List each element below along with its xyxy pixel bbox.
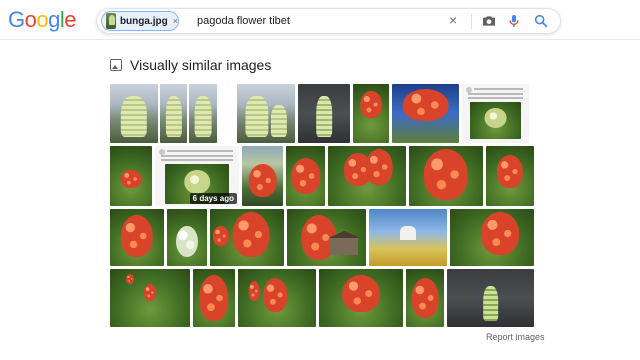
header: Google bunga.jpg × pagoda flower tibet × (0, 0, 640, 40)
flower-shape (411, 277, 439, 319)
image-result[interactable] (160, 84, 187, 143)
flower-shape (120, 170, 142, 188)
plant-shape (194, 95, 212, 138)
image-result[interactable] (409, 146, 483, 206)
image-result[interactable] (167, 209, 207, 266)
plant-shape (120, 95, 148, 138)
plant-shape (316, 95, 332, 138)
plant-shape (165, 95, 182, 138)
image-result[interactable] (193, 269, 235, 327)
image-result[interactable] (462, 84, 529, 143)
stupa-shape (400, 226, 416, 241)
image-result[interactable] (328, 146, 406, 206)
flower-shape (212, 226, 230, 247)
image-result[interactable] (298, 84, 350, 143)
search-input[interactable]: pagoda flower tibet (197, 15, 290, 27)
divider (471, 14, 472, 29)
clear-search-icon[interactable]: × (449, 12, 457, 28)
image-result[interactable] (450, 209, 534, 266)
plant-shape (245, 95, 269, 138)
flower-shape (360, 91, 382, 118)
image-result[interactable] (353, 84, 389, 143)
plant-shape (482, 286, 499, 322)
image-result[interactable] (447, 269, 534, 327)
flower-shape (290, 158, 321, 194)
image-result[interactable] (110, 146, 152, 206)
camera-icon[interactable] (481, 13, 497, 29)
flower-shape (144, 283, 156, 301)
image-result[interactable] (238, 269, 316, 327)
flower-shape (402, 88, 449, 122)
post-text-line (474, 88, 523, 90)
flower-shape (423, 149, 469, 200)
image-result[interactable] (406, 269, 444, 327)
search-box[interactable]: bunga.jpg × pagoda flower tibet × (96, 8, 561, 34)
google-logo[interactable]: Google (8, 7, 77, 32)
report-images-link[interactable]: Report images (486, 332, 545, 342)
image-result[interactable] (286, 146, 325, 206)
image-result[interactable] (392, 84, 459, 143)
microphone-icon[interactable] (506, 13, 522, 29)
flower-shape (342, 274, 380, 313)
image-result[interactable] (110, 84, 158, 143)
section-heading: Visually similar images (110, 57, 271, 73)
query-image-thumbnail (106, 13, 116, 29)
search-icon[interactable] (533, 13, 549, 29)
image-result[interactable] (110, 209, 164, 266)
logo-letter: o (36, 7, 49, 32)
image-result[interactable] (242, 146, 283, 206)
post-text-line (468, 93, 523, 95)
image-result[interactable]: 6 days ago (155, 146, 239, 206)
time-badge: 6 days ago (189, 193, 237, 204)
image-query-chip[interactable]: bunga.jpg × (101, 11, 179, 31)
flower-shape (481, 211, 520, 255)
post-text-line (161, 159, 233, 161)
image-result[interactable] (369, 209, 447, 266)
flower-shape (484, 107, 507, 128)
image-result[interactable] (287, 209, 366, 266)
flower-shape (199, 274, 229, 322)
flower-shape (248, 164, 277, 197)
image-result[interactable] (486, 146, 534, 206)
flower-shape (496, 155, 524, 188)
house-shape (330, 237, 359, 255)
post-text-line (167, 150, 233, 152)
flower-shape (184, 170, 210, 194)
chip-filename: bunga.jpg (119, 15, 168, 27)
chip-close-icon[interactable]: × (173, 16, 178, 26)
post-text-line (468, 97, 523, 99)
flower-shape (126, 273, 134, 285)
image-result[interactable] (189, 84, 217, 143)
flower-shape (176, 226, 198, 258)
flower-shape (232, 211, 270, 258)
logo-letter: o (24, 7, 37, 32)
image-result[interactable] (319, 269, 403, 327)
flower-shape (263, 277, 288, 313)
plant-shape (270, 104, 287, 138)
image-result[interactable] (237, 84, 295, 143)
flower-shape (366, 149, 393, 185)
image-icon (110, 59, 122, 71)
post-text-line (161, 155, 233, 157)
flower-shape (120, 214, 154, 258)
logo-letter: g (48, 7, 60, 32)
image-result[interactable] (110, 269, 190, 327)
logo-letter: G (8, 7, 25, 32)
image-result[interactable] (210, 209, 284, 266)
flower-shape (248, 280, 260, 301)
section-title: Visually similar images (130, 57, 272, 73)
logo-letter: e (64, 7, 77, 32)
post-photo (470, 102, 521, 139)
